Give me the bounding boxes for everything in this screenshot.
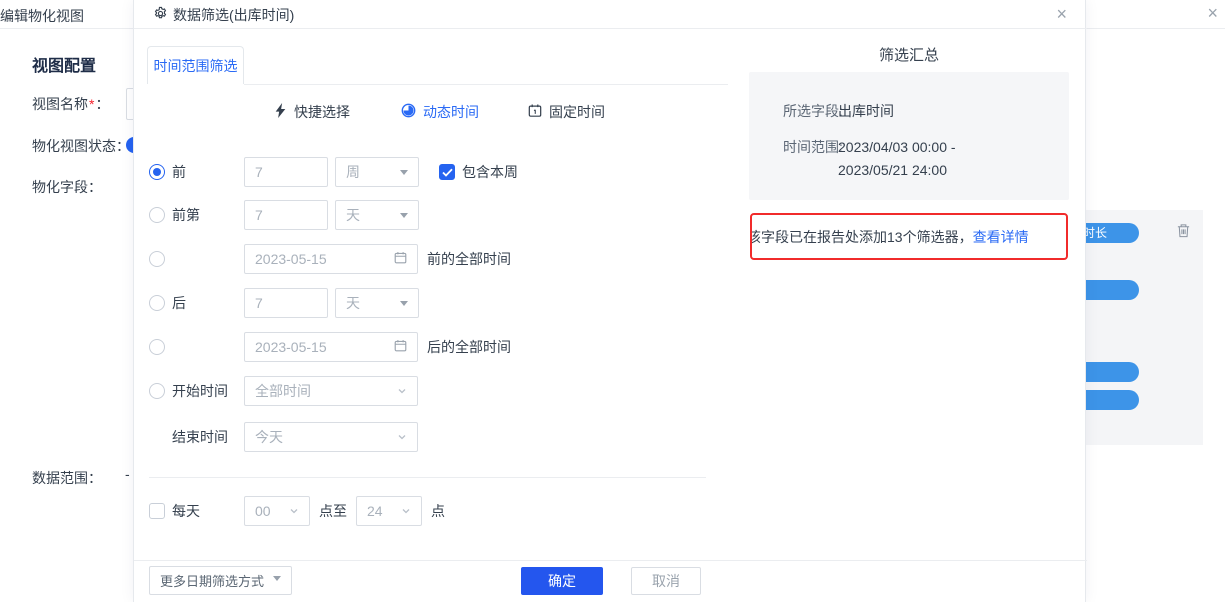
before-date-picker[interactable]: 2023-05-15 [244, 244, 418, 274]
after-unit-select[interactable]: 天 [335, 288, 419, 318]
start-time-select[interactable]: 全部时间 [244, 376, 418, 406]
field-pill-duration[interactable]: 时长 [1080, 223, 1139, 243]
radio-after-date[interactable] [149, 339, 165, 355]
summary-range-value-line2: 2023/05/21 24:00 [838, 160, 947, 180]
before-unit-select[interactable]: 周 [335, 157, 419, 187]
cancel-button[interactable]: 取消 [631, 567, 701, 595]
chevron-down-icon [401, 503, 411, 519]
data-range-label: 数据范围： [32, 468, 102, 488]
form-divider [149, 477, 706, 478]
row-before-date: 2023-05-15 前的全部时间 [149, 244, 511, 274]
caret-down-icon [400, 301, 408, 310]
chevron-down-icon [289, 503, 299, 519]
tab-bar-line [244, 84, 728, 85]
before-count-input[interactable]: 7 [244, 157, 328, 187]
more-date-filter-button[interactable]: 更多日期筛选方式 [149, 566, 292, 595]
radio-before-nth[interactable] [149, 207, 165, 223]
filter-count-notice: 该字段已在报告处添加13个筛选器， 查看详情 [750, 213, 1068, 260]
include-current-week-label: 包含本周 [462, 162, 518, 182]
end-time-label: 结束时间 [172, 427, 232, 447]
field-pill[interactable] [1080, 362, 1139, 382]
summary-field-value: 出库时间 [838, 101, 894, 121]
daily-from-select[interactable]: 00 [244, 496, 310, 526]
row-daily-hours: 每天 00 点至 24 点 [149, 496, 445, 526]
row-before-nth-label: 前第 [172, 205, 232, 225]
end-time-select[interactable]: 今天 [244, 422, 418, 452]
footer-divider [134, 560, 1087, 561]
chevron-down-icon [397, 429, 407, 445]
caret-down-icon [273, 576, 281, 585]
radio-after[interactable] [149, 295, 165, 311]
materialized-status-label: 物化视图状态： [32, 136, 130, 156]
row-after-label: 后 [172, 293, 232, 313]
row-after-date: 2023-05-15 后的全部时间 [149, 332, 511, 362]
field-pill[interactable] [1080, 390, 1139, 410]
check-icon [442, 168, 453, 177]
before-nth-unit-select[interactable]: 天 [335, 200, 419, 230]
row-start-time: 开始时间 全部时间 [149, 376, 418, 406]
confirm-button[interactable]: 确定 [521, 567, 603, 595]
dialog-header-divider [134, 28, 1087, 29]
materialized-fields-label: 物化字段： [32, 177, 102, 197]
summary-field-label: 所选字段: [783, 101, 843, 121]
daily-label: 每天 [172, 501, 230, 521]
summary-box: 所选字段: 出库时间 时间范围: 2023/04/03 00:00 - 2023… [749, 72, 1069, 200]
chevron-down-icon [397, 383, 407, 399]
row-before-nth: 前第 7 天 [149, 200, 419, 230]
data-filter-dialog: 数据筛选(出库时间) × 时间范围筛选 快捷选择 动态时间 固定时间 [133, 0, 1086, 602]
radio-before-date[interactable] [149, 251, 165, 267]
row-before: 前 7 周 包含本周 [149, 157, 518, 187]
daily-to-select[interactable]: 24 [356, 496, 422, 526]
calendar-icon [528, 103, 542, 121]
gear-icon [153, 6, 168, 24]
daily-checkbox[interactable] [149, 503, 165, 519]
include-current-week-checkbox[interactable] [439, 164, 455, 180]
before-nth-count-input[interactable]: 7 [244, 200, 328, 230]
mode-quick-select[interactable]: 快捷选择 [274, 101, 350, 123]
trash-icon[interactable] [1176, 223, 1191, 241]
mode-fixed-time[interactable]: 固定时间 [528, 101, 605, 123]
caret-down-icon [400, 213, 408, 222]
caret-down-icon [400, 170, 408, 179]
summary-range-value-line1: 2023/04/03 00:00 - [838, 137, 956, 157]
data-range-dash: - [125, 466, 130, 482]
radio-before[interactable] [149, 164, 165, 180]
drawer-title: 编辑物化视图 [0, 6, 84, 26]
radio-start-time[interactable] [149, 383, 165, 399]
page: 编辑物化视图 × 视图配置 视图名称*： 物化视图状态： 物化字段： 数据范围：… [0, 0, 1225, 602]
daily-suffix-label: 点 [431, 501, 445, 521]
dialog-header: 数据筛选(出库时间) [153, 5, 294, 25]
required-mark: * [89, 96, 94, 112]
notice-text: 该字段已在报告处添加13个筛选器， [750, 227, 973, 247]
calendar-small-icon [394, 251, 407, 267]
view-details-link[interactable]: 查看详情 [973, 227, 1029, 247]
dynamic-time-icon [401, 103, 416, 121]
calendar-small-icon [394, 339, 407, 355]
mode-dynamic-time[interactable]: 动态时间 [401, 101, 479, 123]
row-end-time: 结束时间 今天 [149, 422, 418, 452]
field-list-panel: 时长 [1080, 210, 1203, 445]
start-time-label: 开始时间 [172, 381, 232, 401]
after-count-input[interactable]: 7 [244, 288, 328, 318]
after-date-picker[interactable]: 2023-05-15 [244, 332, 418, 362]
daily-mid-label: 点至 [319, 501, 347, 521]
view-config-title: 视图配置 [32, 52, 96, 76]
row-before-label: 前 [172, 162, 232, 182]
summary-range-label: 时间范围: [783, 137, 843, 157]
tab-time-range-filter[interactable]: 时间范围筛选 [147, 46, 244, 84]
after-date-suffix: 后的全部时间 [427, 337, 511, 357]
dialog-title: 数据筛选(出库时间) [173, 5, 294, 25]
drawer-close-icon[interactable]: × [1207, 4, 1218, 22]
dialog-close-icon[interactable]: × [1056, 5, 1067, 23]
field-pill[interactable] [1080, 280, 1139, 300]
summary-title: 筛选汇总 [749, 44, 1069, 65]
view-name-label: 视图名称*： [32, 94, 109, 114]
before-date-suffix: 前的全部时间 [427, 249, 511, 269]
lightning-icon [274, 103, 287, 121]
row-after: 后 7 天 [149, 288, 419, 318]
